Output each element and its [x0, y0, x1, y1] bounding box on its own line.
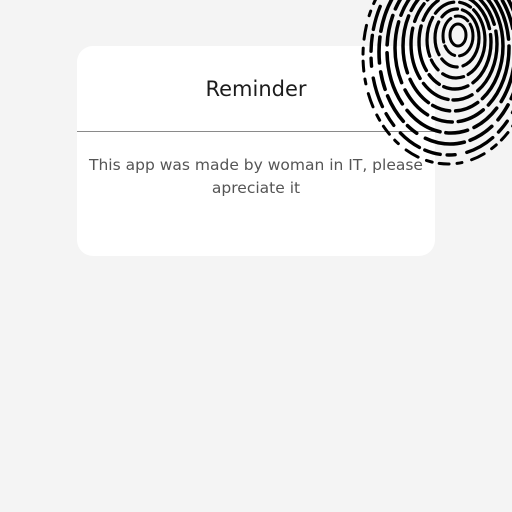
fingerprint-ridges [361, 0, 512, 166]
app-screen: Reminder This app was made by woman in I… [0, 0, 512, 512]
fingerprint-icon [361, 0, 512, 166]
